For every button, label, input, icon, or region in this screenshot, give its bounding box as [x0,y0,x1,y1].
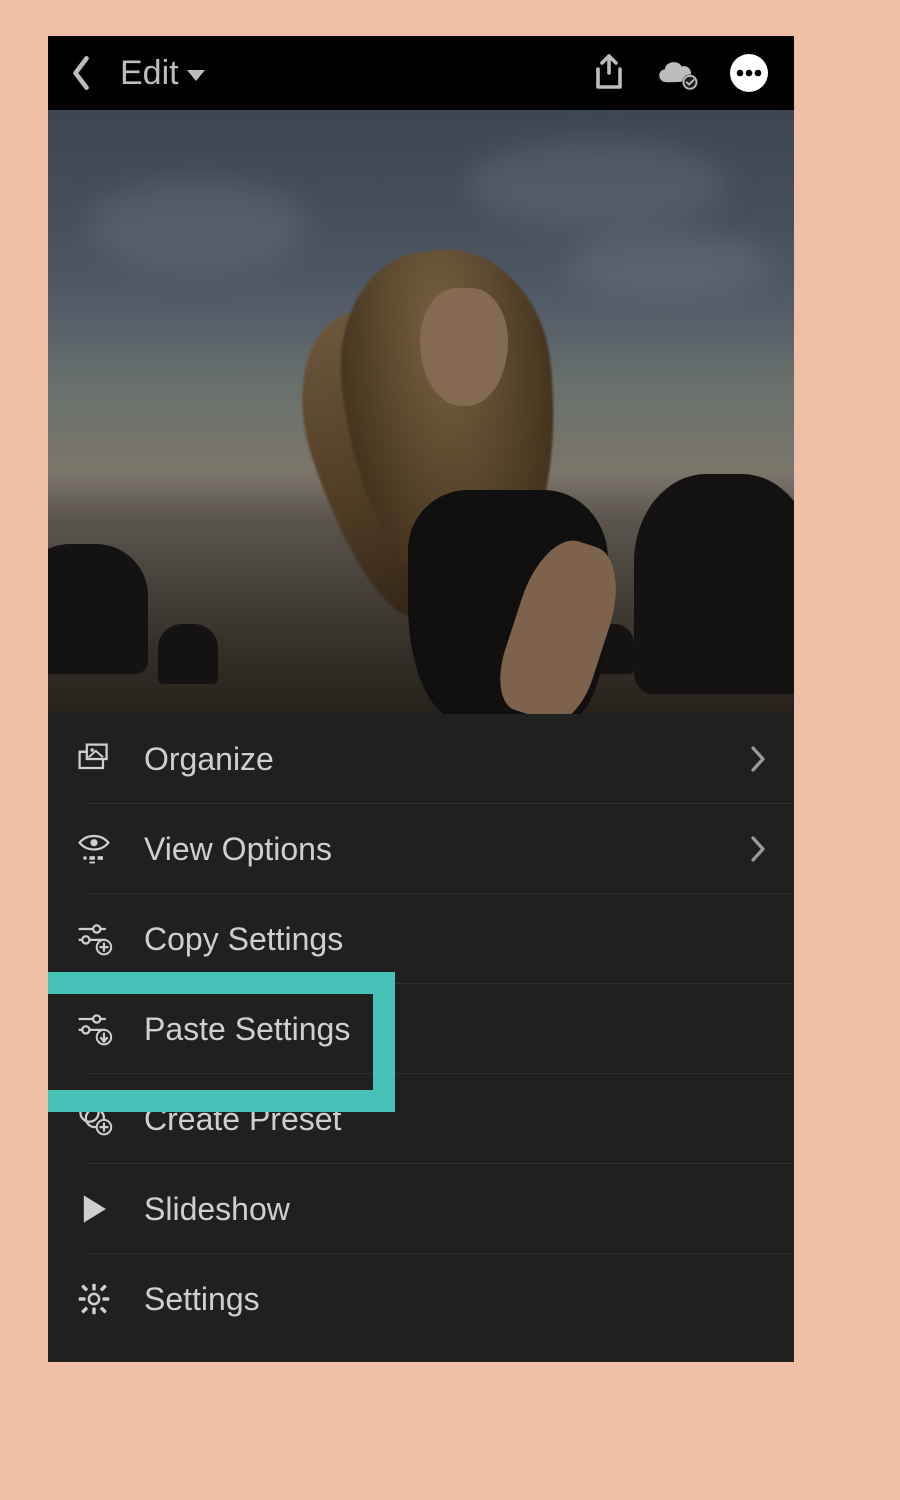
sliders-down-icon [74,1009,114,1049]
chevron-right-icon [750,836,766,862]
top-bar-right [592,52,770,94]
mode-label: Edit [120,54,179,93]
photo-preview[interactable] [48,110,794,714]
menu-item-organize[interactable]: Organize [48,714,794,804]
menu-item-label: Settings [144,1281,260,1318]
gear-icon [74,1279,114,1319]
preset-plus-icon [74,1099,114,1139]
menu-item-label: View Options [144,831,332,868]
app-frame: Edit [48,36,794,1362]
menu-item-settings[interactable]: Settings [48,1254,794,1344]
sliders-plus-icon [74,919,114,959]
play-icon [74,1189,114,1229]
cloud-sync-status-icon[interactable] [652,53,702,93]
menu-item-label: Copy Settings [144,921,343,958]
menu-item-view-options[interactable]: View Options [48,804,794,894]
menu-item-copy-settings[interactable]: Copy Settings [48,894,794,984]
top-bar-left: Edit [70,54,205,93]
menu-item-label: Paste Settings [144,1011,350,1048]
organize-icon [74,739,114,779]
menu-item-label: Create Preset [144,1101,341,1138]
mode-dropdown[interactable]: Edit [120,54,205,93]
menu-item-create-preset[interactable]: Create Preset [48,1074,794,1164]
chevron-right-icon [750,746,766,772]
overflow-menu: Organize View Options [48,714,794,1362]
menu-item-slideshow[interactable]: Slideshow [48,1164,794,1254]
chevron-down-icon [187,70,205,81]
more-options-icon[interactable] [728,52,770,94]
menu-item-paste-settings[interactable]: Paste Settings [48,984,794,1074]
back-icon[interactable] [70,56,92,90]
top-bar: Edit [48,36,794,110]
share-icon[interactable] [592,53,626,93]
menu-item-label: Organize [144,741,274,778]
view-options-icon [74,829,114,869]
menu-item-label: Slideshow [144,1191,290,1228]
